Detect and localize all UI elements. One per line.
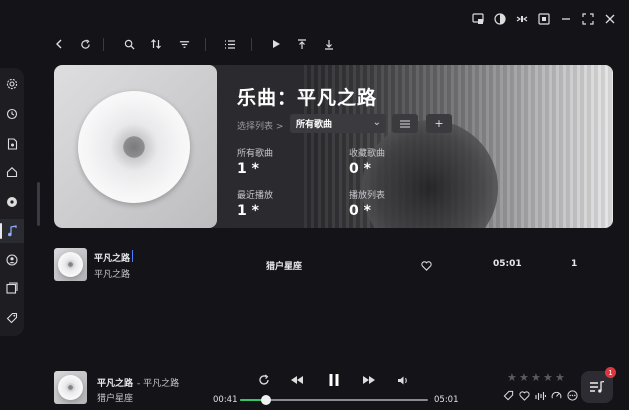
back-icon[interactable] <box>52 37 66 51</box>
lyrics-icon[interactable] <box>536 11 552 27</box>
stat-label-playlists: 播放列表 <box>349 191 386 201</box>
scroll-indicator[interactable] <box>37 182 40 226</box>
stat-value-playlists: 0 * <box>349 203 371 219</box>
select-list-label: 选择列表 > <box>237 122 284 132</box>
toolbar-divider <box>251 38 252 51</box>
star-icon[interactable]: ★ <box>519 371 529 384</box>
track-title: 平凡之路 <box>94 254 131 264</box>
track-album: 平凡之路 <box>94 270 131 280</box>
menu-button[interactable] <box>392 114 418 133</box>
menu-icon <box>400 120 410 127</box>
progress-knob[interactable] <box>260 395 271 405</box>
maximize-icon[interactable] <box>580 11 596 27</box>
star-icon[interactable]: ★ <box>531 371 541 384</box>
album-icon[interactable] <box>0 276 24 300</box>
hero-banner: 乐曲：平凡之路 选择列表 > 所有歌曲 ⌄ + 所有歌曲 1 * 收藏歌曲 0 … <box>54 65 613 228</box>
cd-disc-image <box>78 91 190 203</box>
artist-icon[interactable] <box>0 248 24 272</box>
scroll-top-icon[interactable] <box>295 37 309 51</box>
volume-icon[interactable] <box>396 373 410 387</box>
stat-value-recent: 1 * <box>237 203 259 219</box>
stat-value-favorites: 0 * <box>349 161 371 177</box>
stat-label-all-songs: 所有歌曲 <box>237 149 274 159</box>
equalizer-icon[interactable] <box>534 389 547 402</box>
minimize-icon[interactable] <box>558 11 574 27</box>
home-icon[interactable] <box>0 160 24 184</box>
sidebar <box>0 68 24 336</box>
text-cursor <box>132 250 133 262</box>
cd-disc-image <box>58 252 83 277</box>
close-icon[interactable] <box>602 11 618 27</box>
stat-label-recent: 最近播放 <box>237 191 274 201</box>
now-playing-artist[interactable]: 猎户星座 <box>97 391 133 404</box>
sort-icon[interactable] <box>149 37 163 51</box>
fullscreen-icon[interactable] <box>514 11 530 27</box>
elapsed-time: 00:41 <box>213 395 238 405</box>
stat-value-all-songs: 1 * <box>237 161 259 177</box>
track-artist[interactable]: 猎户星座 <box>266 259 302 272</box>
disc-icon[interactable] <box>0 190 24 214</box>
refresh-icon[interactable] <box>78 37 92 51</box>
page-title: 乐曲：平凡之路 <box>237 87 378 109</box>
track-duration: 05:01 <box>493 259 522 269</box>
search-icon[interactable] <box>122 37 136 51</box>
now-playing-album: - 平凡之路 <box>137 379 180 389</box>
star-icon[interactable]: ★ <box>507 371 517 384</box>
history-icon[interactable] <box>0 102 24 126</box>
scroll-bottom-icon[interactable] <box>322 37 336 51</box>
add-button[interactable]: + <box>426 114 452 133</box>
tag-icon[interactable] <box>0 306 24 330</box>
speed-icon[interactable] <box>550 389 563 402</box>
toolbar-divider <box>103 38 104 51</box>
star-icon[interactable]: ★ <box>555 371 565 384</box>
local-file-icon[interactable] <box>0 132 24 156</box>
total-time: 05:01 <box>434 395 459 405</box>
track-thumbnail <box>54 248 87 281</box>
next-icon[interactable] <box>361 372 377 388</box>
previous-icon[interactable] <box>289 372 305 388</box>
now-playing-title[interactable]: 平凡之路 <box>97 376 133 389</box>
theme-icon[interactable] <box>492 11 508 27</box>
queue-count-badge: 1 <box>605 367 616 378</box>
plus-icon: + <box>434 117 444 130</box>
star-icon[interactable]: ★ <box>543 371 553 384</box>
heart-icon[interactable] <box>518 389 531 402</box>
chevron-down-icon: ⌄ <box>372 117 381 128</box>
stat-label-favorites: 收藏歌曲 <box>349 149 386 159</box>
album-cover <box>54 65 217 228</box>
track-play-count: 1 <box>571 259 578 269</box>
pause-icon[interactable] <box>325 370 343 390</box>
play-icon[interactable] <box>269 37 283 51</box>
toolbar-divider <box>205 38 206 51</box>
now-playing-thumbnail[interactable] <box>54 371 87 404</box>
settings-icon[interactable] <box>0 72 24 96</box>
filter-icon[interactable] <box>177 37 191 51</box>
queue-icon <box>590 380 605 393</box>
music-note-icon[interactable] <box>0 219 24 243</box>
cd-disc-image <box>58 375 83 400</box>
more-icon[interactable] <box>566 389 579 402</box>
mini-player-icon[interactable] <box>470 11 486 27</box>
list-icon[interactable] <box>223 37 237 51</box>
repeat-icon[interactable] <box>257 373 271 387</box>
tag-icon[interactable] <box>502 389 515 402</box>
playlist-select-value: 所有歌曲 <box>296 120 333 130</box>
playlist-select[interactable]: 所有歌曲 ⌄ <box>290 114 386 133</box>
heart-icon[interactable] <box>419 259 433 273</box>
